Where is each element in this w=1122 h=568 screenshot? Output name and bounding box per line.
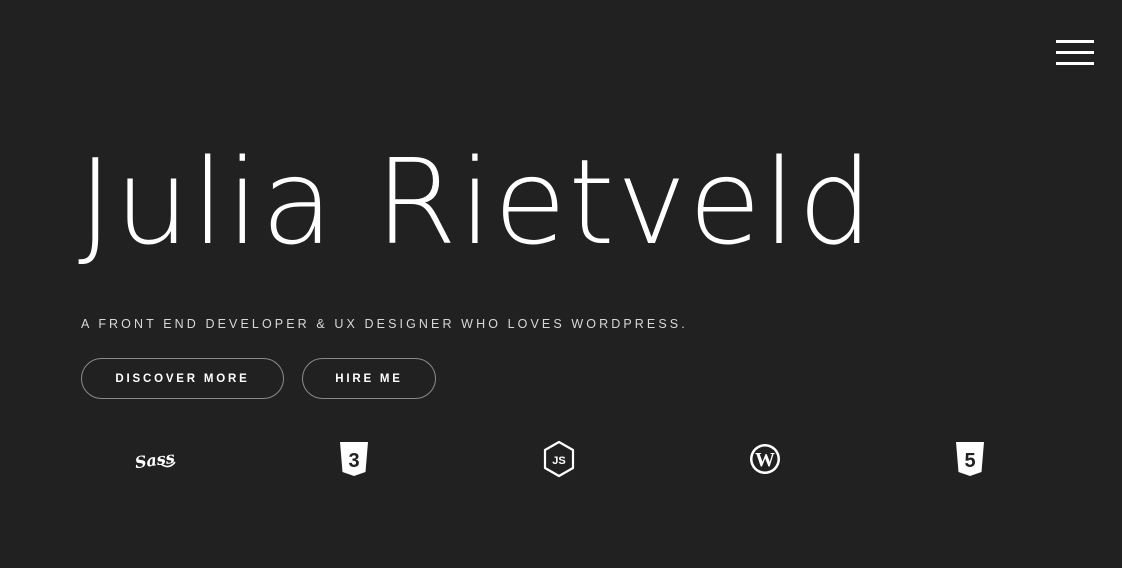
svg-text:Sass: Sass bbox=[134, 448, 176, 472]
css3-icon: 3 bbox=[336, 440, 372, 478]
menu-line bbox=[1056, 51, 1094, 54]
hire-me-button[interactable]: HIRE ME bbox=[302, 358, 436, 399]
menu-line bbox=[1056, 62, 1094, 65]
hero-section: Julia Rietveld A FRONT END DEVELOPER & U… bbox=[0, 0, 1122, 568]
svg-text:W: W bbox=[755, 449, 775, 471]
wordpress-icon: W bbox=[746, 440, 784, 478]
discover-more-button[interactable]: DISCOVER MORE bbox=[81, 358, 284, 399]
hamburger-menu-icon[interactable] bbox=[1056, 40, 1094, 66]
sass-icon: Sass bbox=[128, 440, 180, 478]
svg-text:3: 3 bbox=[348, 450, 359, 472]
html5-icon: 5 bbox=[952, 440, 988, 478]
hero-title: Julia Rietveld bbox=[78, 133, 875, 271]
nodejs-icon: JS bbox=[540, 440, 578, 478]
svg-text:JS: JS bbox=[552, 455, 565, 467]
hero-subtitle: A FRONT END DEVELOPER & UX DESIGNER WHO … bbox=[81, 317, 688, 331]
menu-line bbox=[1056, 40, 1094, 43]
svg-text:5: 5 bbox=[964, 450, 975, 472]
